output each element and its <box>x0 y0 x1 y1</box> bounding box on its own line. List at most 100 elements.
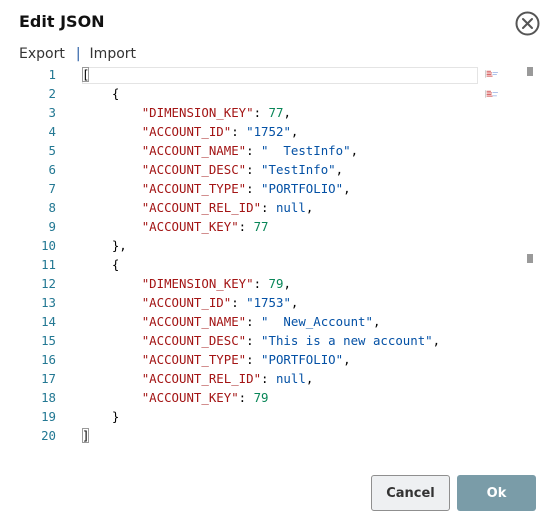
code-token: , <box>290 124 299 139</box>
code-token: 77 <box>268 105 284 120</box>
line-number: 17 <box>41 371 56 386</box>
code-token: : <box>246 352 262 367</box>
code-token: , <box>335 162 344 177</box>
line-number: 1 <box>48 67 56 82</box>
code-token: : <box>238 390 254 405</box>
code-token: null <box>275 371 306 386</box>
code-token: "1752" <box>246 124 291 139</box>
code-line: "ACCOUNT_NAME": " TestInfo", <box>82 141 358 160</box>
code-token: [ <box>82 67 90 82</box>
line-number: 7 <box>48 181 56 196</box>
code-token: } <box>82 409 120 424</box>
import-menu-item[interactable]: Import <box>90 46 136 62</box>
code-token: "ACCOUNT_ID" <box>141 295 232 310</box>
code-line: [ <box>82 65 90 84</box>
code-token: null <box>275 200 306 215</box>
code-token: : <box>231 295 247 310</box>
line-number: 6 <box>48 162 56 177</box>
cancel-button[interactable]: Cancel <box>371 475 450 511</box>
code-token: , <box>305 200 314 215</box>
code-line: "ACCOUNT_ID": "1752", <box>82 122 299 141</box>
code-line: } <box>82 407 119 426</box>
code-token: : <box>231 124 247 139</box>
code-line: }, <box>82 236 127 255</box>
code-line: { <box>82 255 119 274</box>
code-token: "ACCOUNT_TYPE" <box>141 352 247 367</box>
minimap-preview-top <box>485 70 498 78</box>
line-number: 18 <box>41 390 56 405</box>
code-token: , <box>343 352 351 367</box>
code-token: : <box>246 314 262 329</box>
line-number-gutter: 1 2 3 4 5 6 7 8 9 10 11 12 13 14 15 16 17 18 19 20 <box>0 64 58 448</box>
code-token: "PORTFOLIO" <box>261 352 344 367</box>
code-token: , <box>372 314 381 329</box>
code-token: : <box>253 105 269 120</box>
code-token: "ACCOUNT_TYPE" <box>141 181 247 196</box>
code-line: "ACCOUNT_ID": "1753", <box>82 293 299 312</box>
code-token: , <box>283 276 291 291</box>
menu-separator: | <box>75 46 81 62</box>
code-token: , <box>305 371 314 386</box>
code-line: ] <box>82 426 90 445</box>
line-number: 12 <box>41 276 56 291</box>
code-token: "ACCOUNT_KEY" <box>141 390 239 405</box>
line-number: 9 <box>48 219 56 234</box>
code-line: "ACCOUNT_REL_ID": null, <box>82 369 314 388</box>
code-line: "ACCOUNT_KEY": 77 <box>82 217 269 236</box>
code-token: , <box>432 333 441 348</box>
code-token: "DIMENSION_KEY" <box>141 276 254 291</box>
close-icon[interactable] <box>515 11 540 36</box>
line-number: 8 <box>48 200 56 215</box>
json-editor[interactable]: 1 2 3 4 5 6 7 8 9 10 11 12 13 14 15 16 17 18 19 20 [ { "DIM… <box>0 64 540 448</box>
code-token: "TestInfo" <box>261 162 336 177</box>
dialog-title: Edit JSON <box>19 12 105 31</box>
line-number: 5 <box>48 143 56 158</box>
export-menu-item[interactable]: Export <box>19 46 65 62</box>
code-token: "This is a new account" <box>261 333 433 348</box>
code-area[interactable]: [ { "DIMENSION_KEY": 77, "ACCOUNT_ID": "… <box>82 64 478 448</box>
code-token: "ACCOUNT_ID" <box>141 124 232 139</box>
code-token: 77 <box>253 219 269 234</box>
code-token: : <box>238 219 254 234</box>
code-token: : <box>246 143 262 158</box>
code-token: { <box>82 86 120 101</box>
code-token: : <box>261 371 276 386</box>
code-line: "DIMENSION_KEY": 79, <box>82 274 291 293</box>
minimap[interactable] <box>482 67 518 107</box>
code-token: " New_Account" <box>261 314 373 329</box>
line-number: 10 <box>41 238 56 253</box>
code-line: "DIMENSION_KEY": 77, <box>82 103 291 122</box>
vertical-scrollbar[interactable] <box>527 67 534 448</box>
line-number: 20 <box>41 428 56 443</box>
scrollbar-marker-top <box>527 67 533 76</box>
code-line: "ACCOUNT_DESC": "TestInfo", <box>82 160 343 179</box>
line-number: 3 <box>48 105 56 120</box>
line-number: 4 <box>48 124 56 139</box>
code-token: "ACCOUNT_DESC" <box>141 162 247 177</box>
code-token: "ACCOUNT_NAME" <box>141 143 247 158</box>
code-token: "ACCOUNT_KEY" <box>141 219 239 234</box>
code-token: , <box>343 181 351 196</box>
line-number: 16 <box>41 352 56 367</box>
code-line: "ACCOUNT_TYPE": "PORTFOLIO", <box>82 350 351 369</box>
ok-button[interactable]: Ok <box>457 475 536 511</box>
menu-bar: Export | Import <box>19 46 136 62</box>
code-token: "ACCOUNT_DESC" <box>141 333 247 348</box>
code-line: "ACCOUNT_KEY": 79 <box>82 388 269 407</box>
code-line: "ACCOUNT_DESC": "This is a new account", <box>82 331 440 350</box>
code-token: " TestInfo" <box>261 143 351 158</box>
code-token: : <box>246 181 262 196</box>
code-line: "ACCOUNT_REL_ID": null, <box>82 198 314 217</box>
code-token: "DIMENSION_KEY" <box>141 105 254 120</box>
